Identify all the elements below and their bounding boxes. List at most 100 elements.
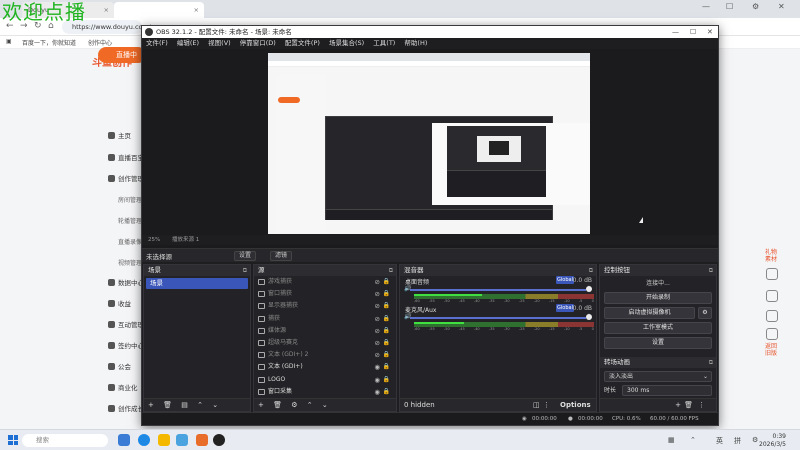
source-item[interactable]: LOGO ◉ 🔒 [254, 374, 396, 386]
source-settings-button[interactable]: 设置 [234, 251, 257, 261]
scene-filter-icon[interactable]: ▤ [181, 401, 188, 409]
channel-menu-icon[interactable]: ⋮ [586, 285, 592, 292]
bookmark-baidu[interactable]: 百度一下，你就知道 [22, 38, 76, 47]
lock-icon[interactable]: 🔒 [383, 276, 390, 288]
subnav-carousel[interactable]: 轮播管理 [118, 216, 142, 225]
menu-docks[interactable]: 停靠窗口(D) [240, 39, 276, 47]
add-source-icon[interactable]: + [258, 401, 264, 409]
ime-indicator[interactable]: 拼 [734, 436, 741, 446]
old-version-link[interactable]: 返回旧版 [764, 343, 778, 357]
nav-commercial[interactable]: 商业化 [108, 382, 138, 392]
dock-float-icon[interactable]: ⧉ [709, 357, 713, 368]
gift-material-link[interactable]: 礼物素材 [764, 249, 778, 263]
monitor-icon[interactable] [766, 328, 778, 340]
mixer-layout-icon[interactable]: ◫ [533, 399, 540, 412]
lock-icon[interactable]: 🔒 [383, 386, 390, 398]
zoom-level[interactable]: 25% [148, 237, 160, 243]
source-item[interactable]: 窗口捕获 ⊘ 🔒 [254, 288, 396, 300]
volume-slider[interactable] [410, 289, 586, 291]
remove-source-icon[interactable]: 🗑 [273, 401, 282, 409]
source-properties-icon[interactable]: ⚙ [291, 401, 297, 409]
source-item[interactable]: 超级马赛克 ⊘ 🔒 [254, 337, 396, 349]
help-icon[interactable] [766, 290, 778, 302]
channel-menu-icon[interactable]: ⋮ [586, 313, 592, 320]
headset-icon[interactable] [766, 310, 778, 322]
menu-file[interactable]: 文件(F) [146, 39, 168, 47]
transition-type-select[interactable]: 淡入淡出 ⌄ [604, 371, 712, 382]
close-icon[interactable]: ✕ [707, 26, 713, 38]
dock-float-icon[interactable]: ⧉ [589, 265, 593, 276]
virtual-camera-settings-icon[interactable]: ⚙ [698, 307, 712, 319]
nav-growth[interactable]: 创作成长 [108, 403, 144, 413]
visibility-eye-icon[interactable]: ◉ [374, 361, 380, 373]
menu-scene-collection[interactable]: 场景集合(S) [329, 39, 364, 47]
menu-view[interactable]: 视图(V) [208, 39, 231, 47]
volume-slider[interactable] [410, 317, 586, 319]
source-item[interactable]: 文本 (GDI+) 2 ⊘ 🔒 [254, 349, 396, 361]
lock-icon[interactable]: 🔒 [383, 337, 390, 349]
visibility-eye-icon[interactable]: ⊘ [375, 300, 380, 312]
source-item[interactable]: 游戏捕获 ⊘ 🔒 [254, 276, 396, 288]
lock-icon[interactable]: 🔒 [383, 374, 390, 386]
obs-preview-area[interactable] [142, 49, 718, 259]
language-icon[interactable]: 英 [716, 436, 723, 446]
close-window-icon[interactable]: ✕ [778, 2, 785, 11]
dock-float-icon[interactable]: ⧉ [709, 265, 713, 276]
virtual-camera-button[interactable]: 启动虚拟摄像机 [604, 307, 695, 319]
close-tab-icon[interactable]: × [104, 2, 109, 18]
visibility-eye-icon[interactable]: ⊘ [375, 276, 380, 288]
source-item[interactable]: 窗口采集 ◉ 🔒 [254, 386, 396, 398]
chevron-up-icon[interactable]: ⌃ [690, 436, 696, 444]
visibility-eye-icon[interactable]: ◉ [374, 374, 380, 386]
nav-contract[interactable]: 签约中心 [108, 340, 144, 350]
nav-guild[interactable]: 公会 [108, 361, 131, 371]
visibility-eye-icon[interactable]: ⊘ [375, 325, 380, 337]
maximize-icon[interactable]: ☐ [690, 26, 696, 38]
subnav-video[interactable]: 视频管理 [118, 258, 142, 267]
visibility-eye-icon[interactable]: ⊘ [375, 349, 380, 361]
menu-help[interactable]: 帮助(H) [404, 39, 427, 47]
menu-tools[interactable]: 工具(T) [373, 39, 395, 47]
add-scene-icon[interactable]: + [148, 401, 154, 409]
dock-float-icon[interactable]: ⧉ [389, 265, 393, 276]
live-button[interactable]: 直播中 [98, 47, 146, 63]
lock-icon[interactable]: 🔒 [383, 349, 390, 361]
remove-scene-icon[interactable]: 🗑 [163, 401, 172, 409]
lock-icon[interactable]: 🔒 [383, 325, 390, 337]
lock-icon[interactable]: 🔒 [383, 288, 390, 300]
edge-icon[interactable] [138, 434, 150, 446]
visibility-eye-icon[interactable]: ⊘ [375, 313, 380, 325]
task-view-icon[interactable] [118, 434, 130, 446]
settings-button[interactable]: 设置 [604, 337, 712, 349]
menu-profile[interactable]: 配置文件(P) [285, 39, 320, 47]
remove-transition-icon[interactable]: 🗑 [684, 399, 693, 412]
close-tab-icon[interactable]: × [194, 2, 199, 18]
lock-icon[interactable]: 🔒 [383, 300, 390, 312]
start-recording-button[interactable]: 开始录制 [604, 292, 712, 304]
nav-interaction[interactable]: 互动管理 [108, 319, 144, 329]
visibility-eye-icon[interactable]: ⊘ [375, 288, 380, 300]
transition-duration-input[interactable]: 300 ms [622, 385, 712, 396]
taskbar-search[interactable]: 搜索 [22, 434, 108, 447]
nav-income[interactable]: 收益 [108, 298, 131, 308]
system-clock[interactable]: 0:39 2026/3/5 [759, 433, 786, 449]
move-up-icon[interactable]: ⌃ [197, 401, 203, 409]
move-up-icon[interactable]: ⌃ [307, 401, 313, 409]
visibility-eye-icon[interactable]: ◉ [374, 386, 380, 398]
source-item[interactable]: 显示器捕获 ⊘ 🔒 [254, 300, 396, 312]
windows-start-icon[interactable] [8, 435, 18, 445]
douyu-app-icon[interactable] [196, 434, 208, 446]
nav-data[interactable]: 数据中心 [108, 277, 144, 287]
nav-creation[interactable]: 创作管理 [108, 173, 144, 183]
studio-mode-button[interactable]: 工作室模式 [604, 322, 712, 334]
store-icon[interactable] [176, 434, 188, 446]
move-down-icon[interactable]: ⌄ [322, 401, 328, 409]
settings-icon[interactable]: ⚙ [752, 2, 759, 11]
maximize-icon[interactable]: ☐ [726, 2, 733, 11]
widgets-icon[interactable]: ▦ [668, 436, 675, 444]
dock-float-icon[interactable]: ⧉ [243, 265, 247, 276]
lock-icon[interactable]: 🔒 [383, 313, 390, 325]
lock-icon[interactable]: 🔒 [383, 361, 390, 373]
source-filters-button[interactable]: 滤镜 [270, 251, 293, 261]
mixer-options-button[interactable]: Options [560, 399, 591, 412]
